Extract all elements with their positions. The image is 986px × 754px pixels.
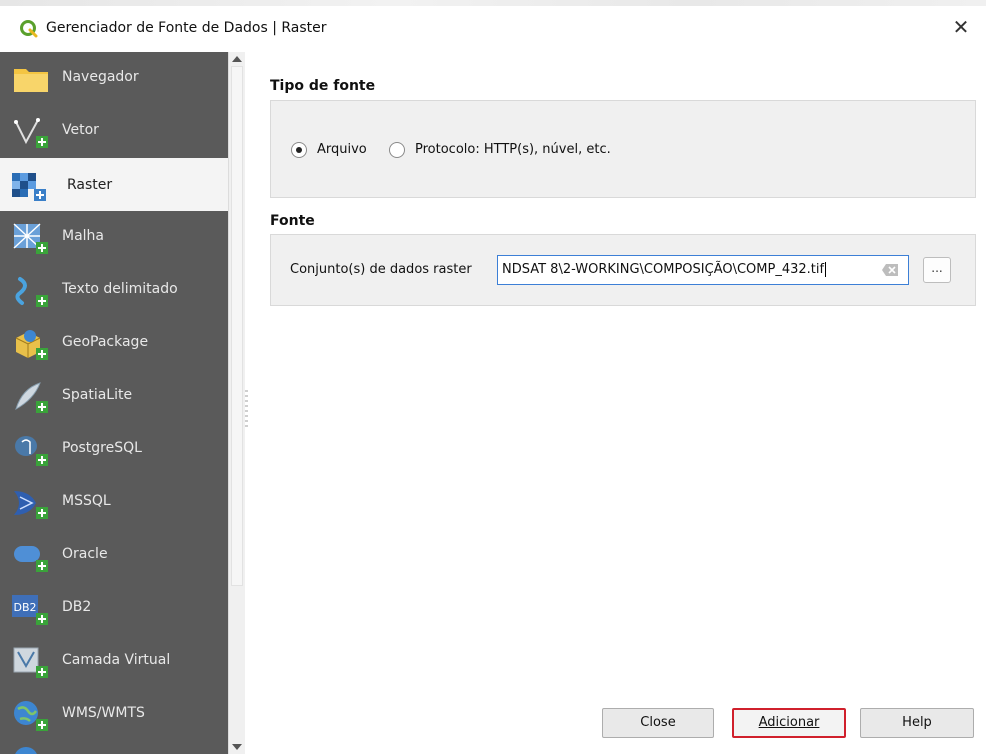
close-icon[interactable]: ✕ — [948, 14, 974, 40]
sidebar-item-label: DB2 — [62, 599, 92, 615]
radio-protocolo[interactable] — [389, 142, 405, 158]
raster-dataset-label: Conjunto(s) de dados raster — [290, 262, 472, 277]
raster-icon — [12, 173, 46, 201]
geopackage-icon — [15, 330, 48, 360]
qgis-icon — [20, 20, 38, 38]
sidebar-item-label: Raster — [67, 177, 113, 193]
help-button[interactable]: Help — [860, 708, 974, 738]
postgresql-icon — [15, 436, 48, 466]
folder-icon — [14, 69, 48, 92]
sidebar-item-label: MSSQL — [62, 493, 111, 509]
sidebar-item-vetor[interactable]: Vetor — [0, 105, 228, 158]
db2-icon: DB2 — [12, 595, 48, 625]
sidebar-item-label: GeoPackage — [62, 334, 149, 350]
radio-arquivo[interactable] — [291, 142, 307, 158]
mssql-icon — [14, 491, 48, 519]
vector-icon — [14, 118, 48, 148]
oracle-icon — [14, 546, 48, 572]
mesh-icon — [13, 223, 48, 254]
source-type-group: Arquivo Protocolo: HTTP(s), núvel, etc. — [270, 100, 976, 198]
spatialite-icon — [15, 382, 48, 413]
sidebar-item-spatialite[interactable]: SpatiaLite — [0, 370, 228, 423]
add-button-label: Adicionar — [758, 715, 820, 730]
add-button[interactable]: Adicionar — [732, 708, 846, 738]
main-panel: Tipo de fonte Arquivo Protocolo: HTTP(s)… — [250, 52, 986, 754]
sidebar-item-raster[interactable]: Raster — [0, 158, 228, 211]
source-title: Fonte — [270, 213, 315, 229]
splitter-handle[interactable] — [245, 390, 248, 430]
sidebar-item-db2[interactable]: DB2 DB2 — [0, 582, 228, 635]
sidebar-item-label: Oracle — [62, 546, 108, 562]
raster-path-value: NDSAT 8\2-WORKING\COMPOSIÇÃO\COMP_432.ti… — [502, 262, 825, 277]
wms-icon — [14, 701, 48, 731]
scroll-thumb[interactable] — [231, 66, 243, 586]
virtual-layer-icon — [13, 647, 48, 678]
sidebar-item-label: Navegador — [62, 69, 139, 85]
browse-button[interactable]: ... — [923, 257, 951, 283]
raster-path-input[interactable]: NDSAT 8\2-WORKING\COMPOSIÇÃO\COMP_432.ti… — [497, 255, 909, 285]
sidebar-item-label: Malha — [62, 228, 104, 244]
radio-arquivo-label[interactable]: Arquivo — [317, 142, 367, 157]
svg-text:DB2: DB2 — [13, 601, 36, 614]
sidebar-item-label: Texto delimitado — [62, 281, 178, 297]
window-title: Gerenciador de Fonte de Dados | Raster — [46, 20, 327, 36]
sidebar-item-postgresql[interactable]: PostgreSQL — [0, 423, 228, 476]
source-type-title: Tipo de fonte — [270, 78, 376, 94]
sidebar-item-texto-delimitado[interactable]: Texto delimitado — [0, 264, 228, 317]
scroll-up-icon[interactable] — [232, 56, 242, 62]
sidebar-item-wms-wmts[interactable]: WMS/WMTS — [0, 688, 228, 741]
sidebar-item-label: Vetor — [62, 122, 99, 138]
radio-protocolo-label[interactable]: Protocolo: HTTP(s), núvel, etc. — [415, 142, 611, 157]
title-bar: Gerenciador de Fonte de Dados | Raster ✕ — [0, 0, 986, 52]
globe-icon — [15, 747, 37, 754]
sidebar-item-camada-virtual[interactable]: Camada Virtual — [0, 635, 228, 688]
sidebar-item-label: PostgreSQL — [62, 440, 142, 456]
delimited-text-icon — [15, 277, 48, 307]
sidebar-item-partial — [0, 741, 228, 754]
scroll-down-icon[interactable] — [232, 744, 242, 750]
sidebar-item-geopackage[interactable]: GeoPackage — [0, 317, 228, 370]
sidebar-item-navegador[interactable]: Navegador — [0, 52, 228, 105]
close-button[interactable]: Close — [602, 708, 714, 738]
sidebar-item-mssql[interactable]: MSSQL — [0, 476, 228, 529]
sidebar-scrollbar[interactable] — [228, 52, 245, 754]
clear-input-icon[interactable] — [881, 263, 899, 277]
sidebar-item-oracle[interactable]: Oracle — [0, 529, 228, 582]
sidebar-item-label: WMS/WMTS — [62, 705, 145, 721]
top-strip — [0, 0, 986, 6]
sidebar-item-label: Camada Virtual — [62, 652, 171, 668]
source-sidebar: Navegador Vetor Raster Malha Texto delim… — [0, 52, 228, 754]
sidebar-item-label: SpatiaLite — [62, 387, 133, 403]
source-group: Conjunto(s) de dados raster NDSAT 8\2-WO… — [270, 234, 976, 306]
sidebar-item-malha[interactable]: Malha — [0, 211, 228, 264]
